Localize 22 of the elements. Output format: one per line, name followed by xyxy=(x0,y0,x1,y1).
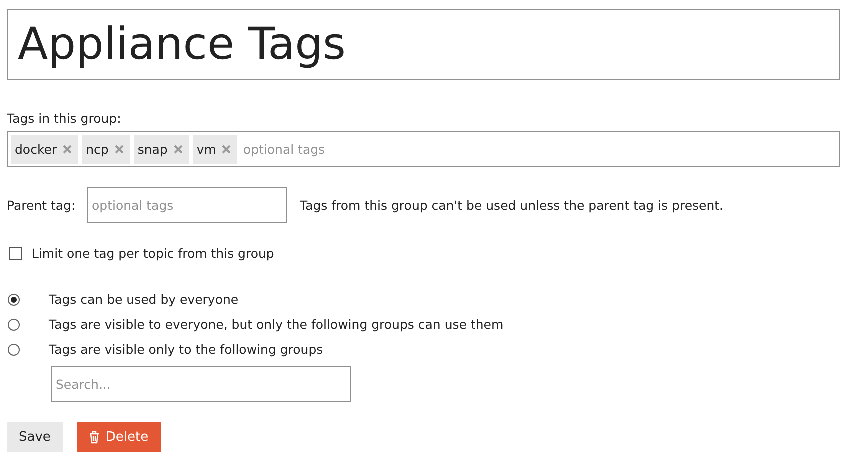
radio-button[interactable] xyxy=(8,294,20,306)
tag-chip[interactable]: snap xyxy=(134,134,189,164)
trash-icon xyxy=(88,430,100,444)
radio-label: Tags are visible only to the following groups xyxy=(49,342,324,357)
radio-label: Tags are visible to everyone, but only the following groups can use them xyxy=(49,317,504,332)
tag-chip[interactable]: ncp xyxy=(82,134,130,164)
group-search-field[interactable]: Search... xyxy=(51,366,351,402)
radio-button[interactable] xyxy=(8,344,20,356)
radio-label: Tags can be used by everyone xyxy=(49,292,239,307)
parent-tag-field[interactable]: optional tags xyxy=(87,187,287,223)
radio-button[interactable] xyxy=(8,318,20,330)
delete-button[interactable]: Delete xyxy=(76,422,161,452)
title-field[interactable]: Appliance Tags xyxy=(7,9,840,80)
parent-tag-hint: Tags from this group can't be used unless the parent tag is present. xyxy=(300,198,724,212)
tag-chip[interactable]: vm xyxy=(192,134,238,164)
checkbox[interactable] xyxy=(9,247,22,260)
parent-tag-label: Parent tag: xyxy=(7,198,77,212)
tag-chip[interactable]: docker xyxy=(11,134,78,164)
tags-field[interactable]: docker ncp snap vm optional tags xyxy=(7,131,840,167)
save-button[interactable]: Save xyxy=(7,422,63,452)
checkbox-label: Limit one tag per topic from this group xyxy=(32,246,274,261)
tags-label: Tags in this group: xyxy=(7,111,122,126)
